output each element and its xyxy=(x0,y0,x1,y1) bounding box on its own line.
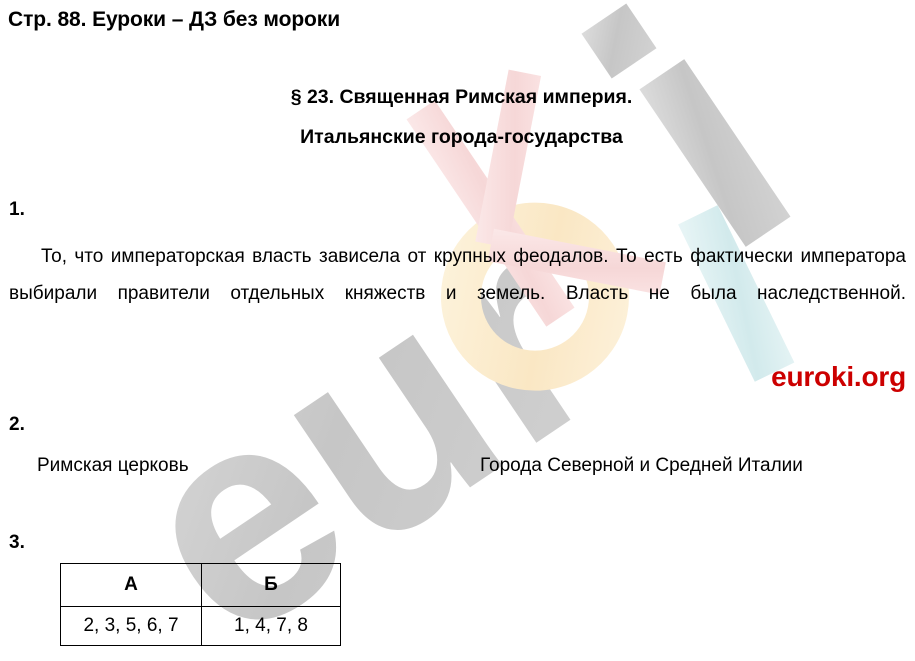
table-cell-a: 2, 3, 5, 6, 7 xyxy=(60,606,202,646)
answer-table: А Б 2, 3, 5, 6, 7 1, 4, 7, 8 xyxy=(60,563,341,646)
page-title-line-1: § 23. Священная Римская империя. xyxy=(290,86,633,108)
table-header-b: Б xyxy=(201,563,341,607)
question-number-1: 1. xyxy=(9,199,25,220)
page-title-line-2: Итальянские города-государства xyxy=(300,126,623,148)
answer-text-1: То, что императорская власть зависела от… xyxy=(9,246,906,304)
table-row: 2, 3, 5, 6, 7 1, 4, 7, 8 xyxy=(60,606,341,646)
document-page: eur Стр. 88. Еуроки – ДЗ без мороки § 23… xyxy=(0,0,915,661)
table-cell-b: 1, 4, 7, 8 xyxy=(201,606,341,646)
table-header-row: А Б xyxy=(60,563,341,607)
page-title: § 23. Священная Римская империя. Итальян… xyxy=(0,82,915,152)
document-content: Стр. 88. Еуроки – ДЗ без мороки § 23. Св… xyxy=(0,0,915,661)
question-number-2: 2. xyxy=(9,414,25,435)
table-header-a: А xyxy=(60,563,202,607)
question-number-3: 3. xyxy=(9,532,25,553)
page-header: Стр. 88. Еуроки – ДЗ без мороки xyxy=(8,8,340,31)
answer-pair-left: Римская церковь xyxy=(37,455,189,476)
answer-pair-right: Города Северной и Средней Италии xyxy=(480,455,803,476)
euroki-logo: euroki.org xyxy=(771,361,906,392)
answer-pair-2: Римская церковь Города Северной и Средне… xyxy=(0,452,915,480)
